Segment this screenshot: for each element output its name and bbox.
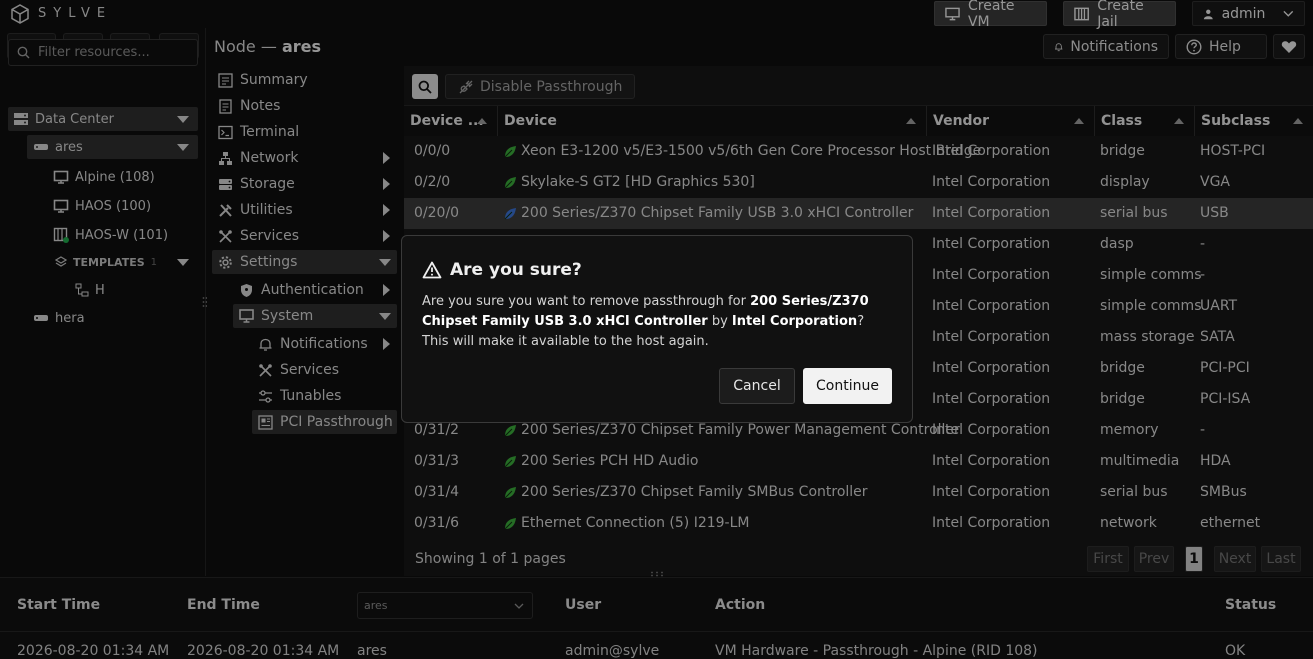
- dialog-vendor-name: Intel Corporation: [731, 314, 858, 329]
- dialog-text-2: by: [707, 314, 732, 329]
- warning-icon: [422, 261, 442, 279]
- dialog-message: Are you sure you want to remove passthro…: [422, 292, 894, 352]
- dialog-title: Are you sure?: [450, 260, 582, 280]
- cancel-button[interactable]: Cancel: [719, 368, 795, 404]
- dialog-text-1: Are you sure you want to remove passthro…: [422, 294, 751, 309]
- continue-button[interactable]: Continue: [803, 368, 892, 404]
